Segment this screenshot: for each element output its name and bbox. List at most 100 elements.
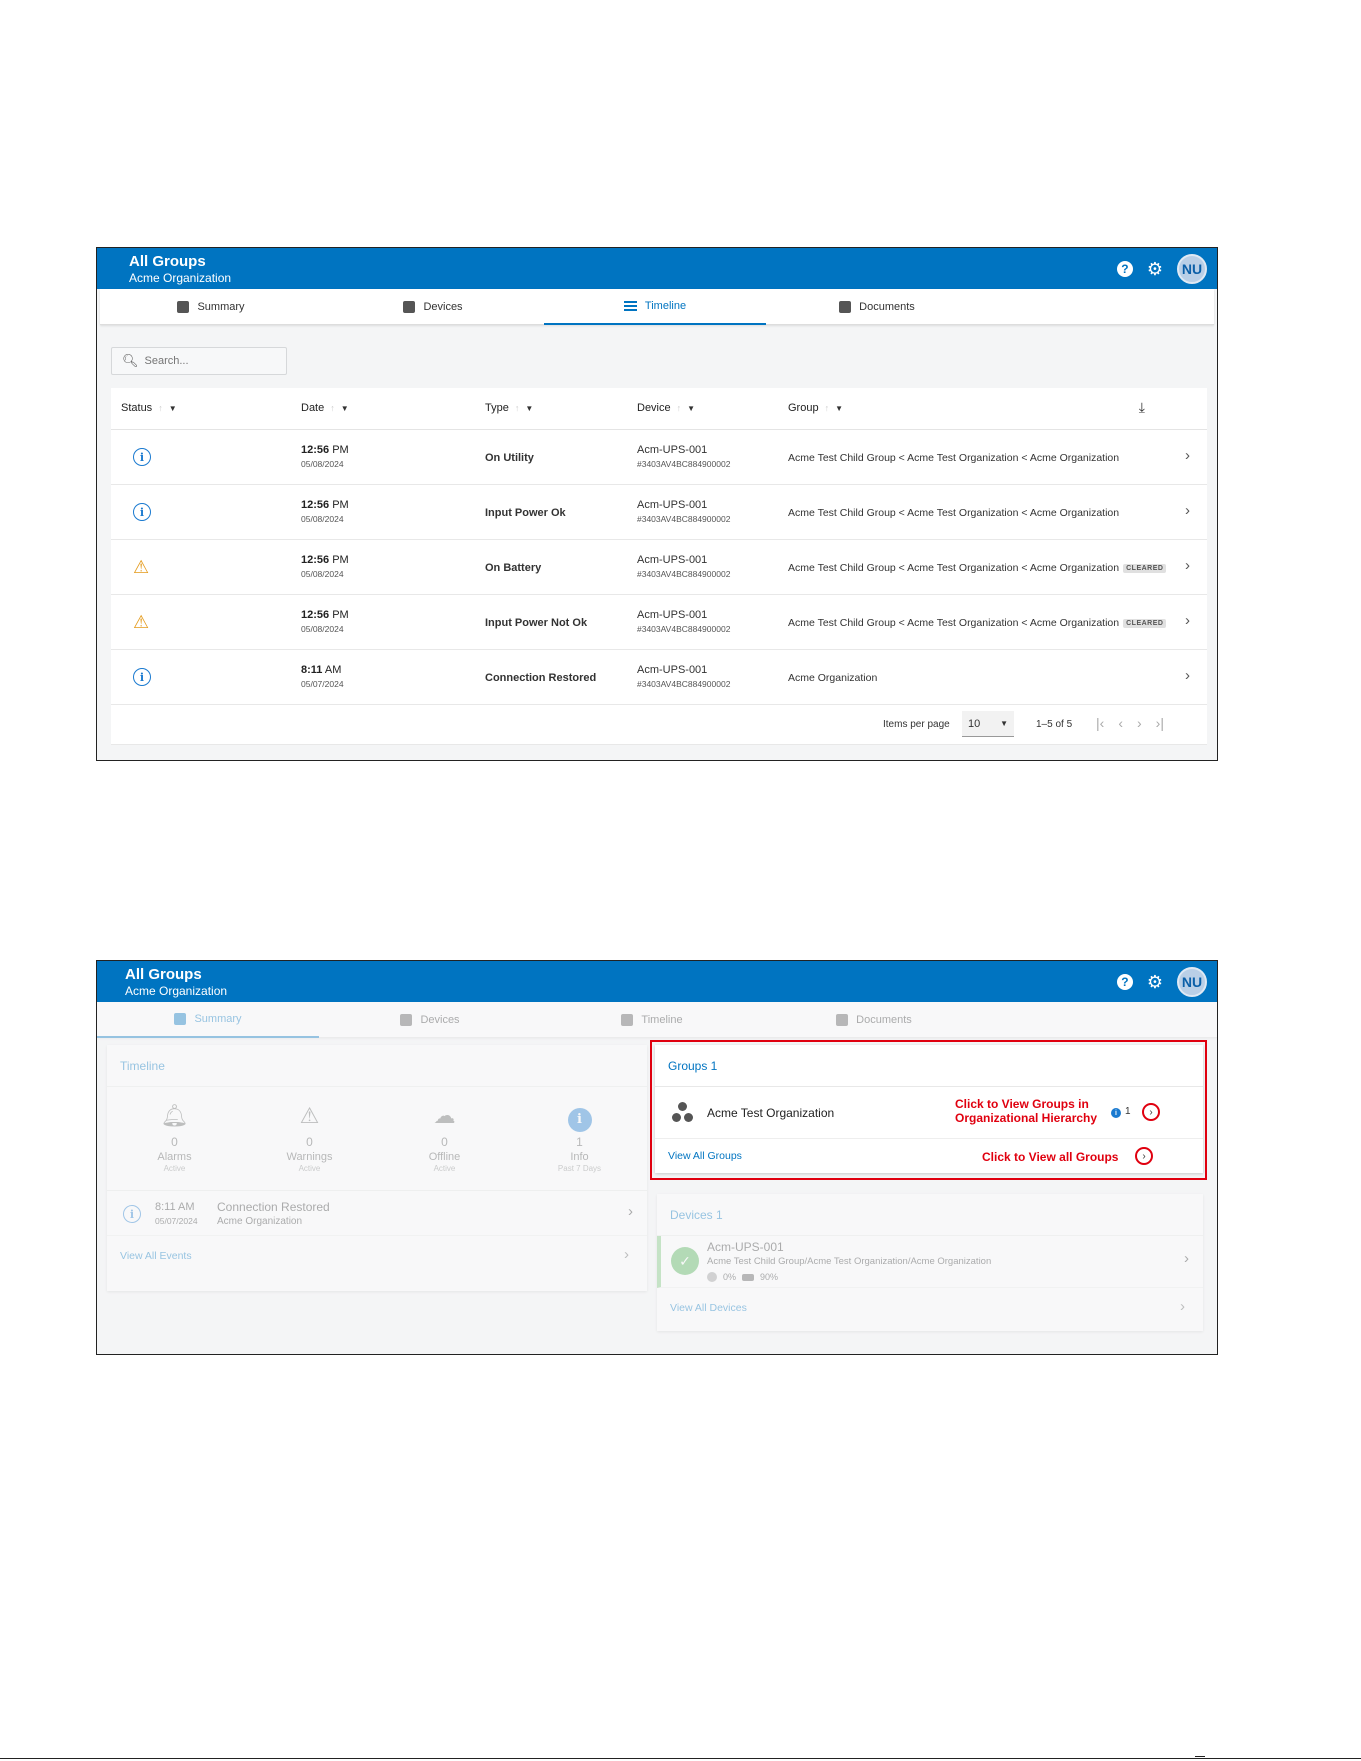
- last-page-icon[interactable]: ›|: [1156, 715, 1164, 731]
- event-group: Acme Organization: [217, 1216, 303, 1227]
- app-header: All Groups Acme Organization ? ⚙ NU: [97, 961, 1217, 1002]
- chevron-right-icon[interactable]: ›: [1185, 447, 1190, 464]
- page-size-select[interactable]: 10 ▼: [962, 711, 1014, 737]
- tab-timeline[interactable]: Timeline: [544, 289, 766, 325]
- prev-page-icon[interactable]: ‹: [1118, 715, 1123, 731]
- table-header: Status ↑ ▼ Date ↑ ▼ Type ↑ ▼ Device ↑ ▼ Group ↑ ▼ …: [111, 388, 1207, 430]
- info-icon: i: [567, 1107, 592, 1132]
- chevron-right-icon[interactable]: ›: [1180, 1298, 1185, 1315]
- filter-dropdown-icon[interactable]: ▼: [169, 404, 177, 413]
- search-box[interactable]: 🔍︎: [111, 347, 287, 375]
- device-name: Acm-UPS-001: [637, 664, 708, 676]
- tab-label: Summary: [197, 301, 245, 313]
- column-date[interactable]: Date ↑ ▼: [301, 402, 349, 414]
- chevron-right-icon[interactable]: ›: [1185, 612, 1190, 629]
- chevron-right-icon[interactable]: ›: [624, 1246, 629, 1263]
- sort-icon[interactable]: ↑: [158, 403, 163, 413]
- stat-label: Alarms: [157, 1151, 192, 1163]
- tab-summary[interactable]: Summary: [97, 1002, 319, 1038]
- column-status[interactable]: Status ↑ ▼: [121, 402, 177, 414]
- timeline-card: Timeline 🔔︎ 0 Alarms Active ⚠︎ 0 Warning…: [107, 1045, 647, 1291]
- event-date: 05/08/2024: [301, 624, 344, 634]
- column-label: Date: [301, 402, 325, 414]
- search-input[interactable]: [144, 355, 275, 367]
- device-serial: #3403AV4BC884900002: [637, 679, 731, 689]
- column-group[interactable]: Group ↑ ▼: [788, 402, 843, 414]
- tab-timeline[interactable]: Timeline: [541, 1002, 763, 1038]
- gear-icon[interactable]: ⚙: [1147, 260, 1163, 278]
- page-footer-tick: [1195, 1756, 1205, 1757]
- stat-offline[interactable]: ☁︎ 0 Offline Active: [377, 1087, 512, 1190]
- chevron-right-icon[interactable]: ›: [1185, 557, 1190, 574]
- chevron-right-icon[interactable]: ›: [1184, 1250, 1189, 1267]
- column-device[interactable]: Device ↑ ▼: [637, 402, 695, 414]
- tab-documents[interactable]: Documents: [766, 289, 988, 325]
- next-page-icon[interactable]: ›: [1137, 715, 1142, 731]
- page-title: All Groups: [125, 966, 202, 983]
- tab-label: Devices: [420, 1014, 460, 1026]
- device-name: Acm-UPS-001: [637, 444, 708, 456]
- tab-summary[interactable]: Summary: [100, 289, 322, 325]
- page-subtitle: Acme Organization: [125, 984, 228, 998]
- tab-devices[interactable]: Devices: [322, 289, 544, 325]
- table-row[interactable]: i 12:56 PM 05/08/2024 On Utility Acm-UPS-001…: [111, 430, 1207, 485]
- chevron-right-icon[interactable]: ›: [628, 1203, 633, 1220]
- chevron-right-icon[interactable]: ›: [1185, 667, 1190, 684]
- group-path: Acme Organization: [788, 672, 878, 684]
- stat-alarms[interactable]: 🔔︎ 0 Alarms Active: [107, 1087, 242, 1190]
- table-row[interactable]: i 8:11 AM 05/07/2024 Connection Restored Acm…: [111, 650, 1207, 705]
- devices-card-title: Devices 1: [657, 1194, 1203, 1236]
- event-row[interactable]: i 8:11 AM 05/07/2024 Connection Restored…: [107, 1191, 647, 1236]
- table-body: i 12:56 PM 05/08/2024 On Utility Acm-UPS-001…: [111, 430, 1207, 705]
- filter-dropdown-icon[interactable]: ▼: [835, 404, 843, 413]
- pagination: Items per page 10 ▼ 1–5 of 5 |‹ ‹ › ›|: [111, 705, 1207, 745]
- tab-label: Documents: [859, 301, 915, 313]
- page-range: 1–5 of 5: [1036, 719, 1073, 730]
- filter-dropdown-icon[interactable]: ▼: [687, 404, 695, 413]
- view-all-devices-link[interactable]: View All Devices: [670, 1302, 747, 1314]
- help-icon[interactable]: ?: [1116, 974, 1133, 990]
- event-time: 12:56 PM: [301, 554, 349, 566]
- type-cell: Connection Restored: [485, 672, 597, 684]
- device-row[interactable]: ✓ Acm-UPS-001 Acme Test Child Group/Acme…: [657, 1236, 1203, 1288]
- status-badge: CLEARED: [1123, 563, 1167, 573]
- check-icon: ✓: [671, 1247, 699, 1275]
- view-all-events-link[interactable]: View All Events: [120, 1250, 192, 1262]
- tab-documents[interactable]: Documents: [763, 1002, 985, 1038]
- info-icon: i: [133, 448, 151, 466]
- stat-sublabel: Active: [163, 1164, 186, 1173]
- download-icon[interactable]: ⤓: [1139, 399, 1145, 416]
- stat-warnings[interactable]: ⚠︎ 0 Warnings Active: [242, 1087, 377, 1190]
- table-row[interactable]: i 12:56 PM 05/08/2024 Input Power Ok Acm-UPS…: [111, 485, 1207, 540]
- filter-dropdown-icon[interactable]: ▼: [341, 404, 349, 413]
- avatar[interactable]: NU: [1177, 967, 1207, 997]
- time-value: 8:11: [301, 664, 323, 676]
- device-battery: 90%: [760, 1272, 779, 1282]
- device-cell: Acm-UPS-001 #3403AV4BC884900002: [637, 444, 730, 469]
- tab-label: Timeline: [644, 300, 687, 312]
- column-type[interactable]: Type ↑ ▼: [485, 402, 533, 414]
- first-page-icon[interactable]: |‹: [1096, 715, 1104, 731]
- help-icon[interactable]: ?: [1116, 261, 1133, 277]
- chevron-right-icon[interactable]: ›: [1185, 502, 1190, 519]
- sort-icon[interactable]: ↑: [330, 403, 335, 413]
- tab-label: Summary: [194, 1013, 242, 1025]
- sort-icon[interactable]: ↑: [825, 403, 830, 413]
- load-icon: [707, 1272, 717, 1282]
- sort-icon[interactable]: ↑: [677, 403, 682, 413]
- table-row[interactable]: ⚠︎ 12:56 PM 05/08/2024 On Battery Acm-UPS-00…: [111, 540, 1207, 595]
- event-time: 12:56 PM: [301, 499, 349, 511]
- view-all-events-row[interactable]: View All Events ›: [107, 1236, 647, 1276]
- filter-dropdown-icon[interactable]: ▼: [525, 404, 533, 413]
- sort-icon[interactable]: ↑: [515, 403, 520, 413]
- tab-devices[interactable]: Devices: [319, 1002, 541, 1038]
- stat-info[interactable]: i 1 Info Past 7 Days: [512, 1087, 647, 1190]
- view-all-devices-row[interactable]: View All Devices ›: [657, 1288, 1203, 1328]
- info-icon: i: [133, 668, 151, 686]
- gear-icon[interactable]: ⚙: [1147, 973, 1163, 991]
- event-date: 05/07/2024: [301, 679, 344, 689]
- warning-icon: ⚠︎: [133, 557, 150, 577]
- time-value: 12:56: [301, 609, 330, 621]
- table-row[interactable]: ⚠︎ 12:56 PM 05/08/2024 Input Power Not Ok Ac…: [111, 595, 1207, 650]
- avatar[interactable]: NU: [1177, 254, 1207, 284]
